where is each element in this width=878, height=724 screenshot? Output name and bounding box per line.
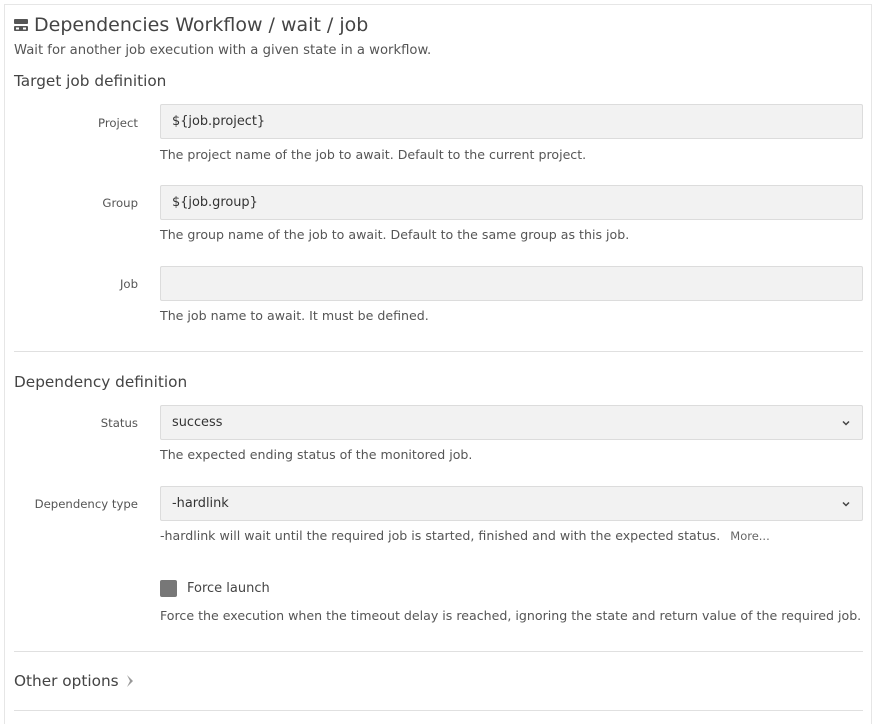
other-options-toggle[interactable]: Other options [14,672,137,690]
group-input[interactable]: ${job.group} [160,185,863,220]
chevron-down-icon [842,501,850,507]
project-input[interactable]: ${job.project} [160,104,863,139]
force-launch-help: Force the execution when the timeout del… [160,608,862,623]
page-subtitle: Wait for another job execution with a gi… [14,43,432,58]
plugin-icon [14,19,28,31]
force-launch-label[interactable]: Force launch [187,581,270,596]
job-label: Job [119,277,138,291]
dependency-type-help: -hardlink will wait until the required j… [160,528,770,543]
dependency-type-label: Dependency type [34,497,138,511]
chevron-down-icon [842,420,850,426]
group-label: Group [102,196,138,210]
dependency-section-heading: Dependency definition [14,373,188,391]
group-help: The group name of the job to await. Defa… [160,227,630,242]
job-help: The job name to await. It must be define… [160,308,429,323]
dependency-type-help-text: -hardlink will wait until the required j… [160,528,721,543]
more-link[interactable]: More... [730,529,769,543]
job-input[interactable] [160,266,863,301]
project-help: The project name of the job to await. De… [160,147,587,162]
section-divider [14,710,863,711]
force-launch-checkbox[interactable] [160,580,177,597]
dependency-type-select[interactable]: -hardlink [160,486,863,521]
status-select-value: success [172,415,223,430]
other-options-label: Other options [14,672,119,690]
section-divider [14,351,863,352]
status-label: Status [100,416,138,430]
section-divider [14,651,863,652]
status-select[interactable]: success [160,405,863,440]
page-title: Dependencies Workflow / wait / job [14,14,368,36]
title-text: Dependencies Workflow / wait / job [34,14,369,36]
status-help: The expected ending status of the monito… [160,447,473,462]
project-label: Project [98,116,138,130]
chevron-right-icon [126,675,133,687]
dependency-type-value: -hardlink [172,496,229,511]
target-section-heading: Target job definition [14,72,167,90]
